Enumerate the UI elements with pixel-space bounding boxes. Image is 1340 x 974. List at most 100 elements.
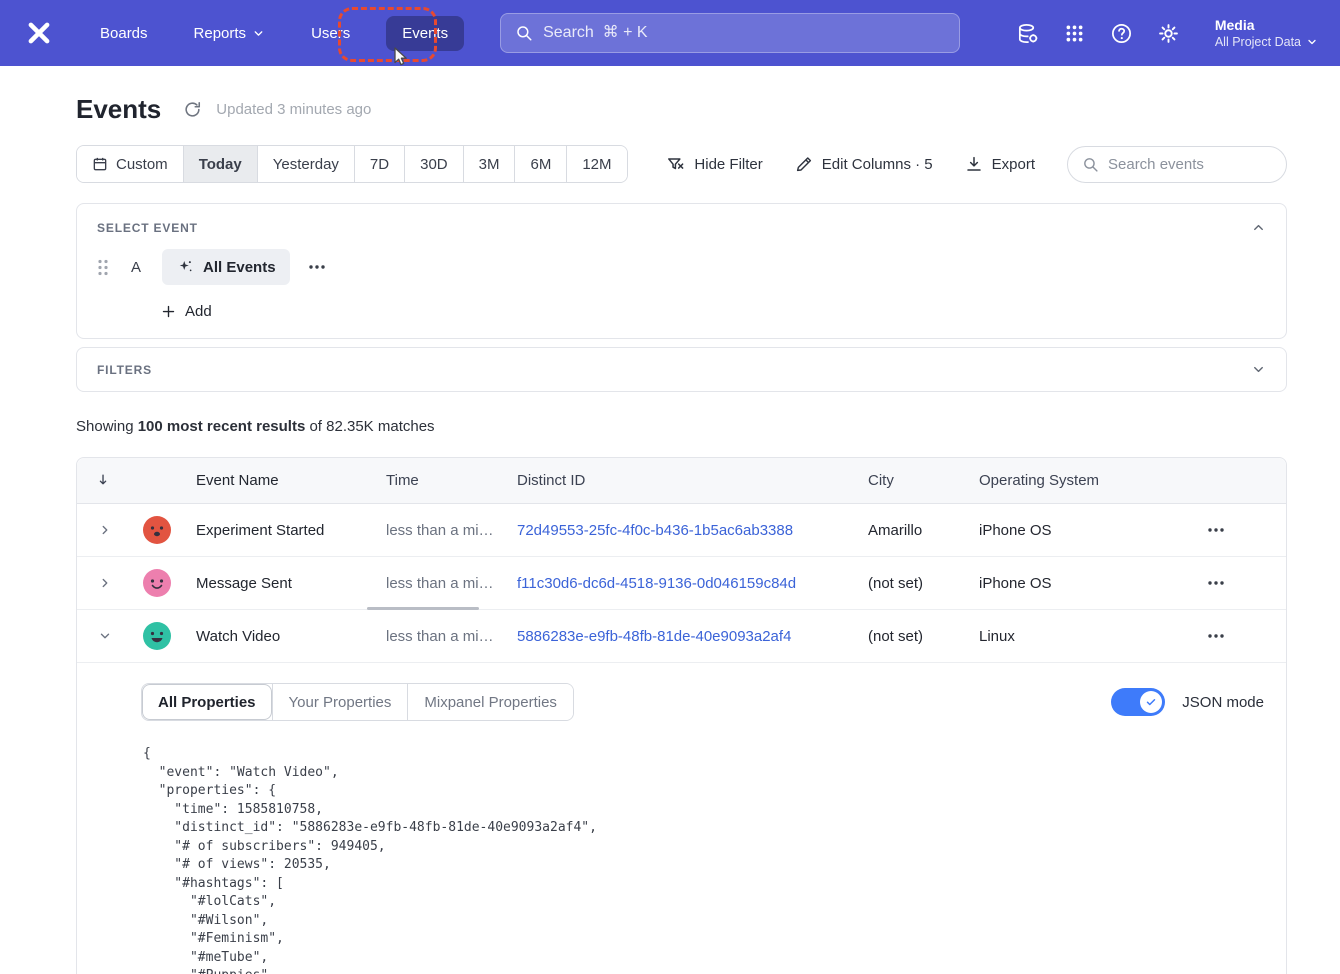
event-time: less than a min... bbox=[367, 522, 498, 539]
date-range-custom[interactable]: Custom bbox=[77, 146, 183, 182]
nav-events-label: Events bbox=[402, 25, 448, 42]
nav-reports[interactable]: Reports bbox=[184, 16, 276, 51]
event-os: iPhone OS bbox=[960, 575, 1175, 592]
refresh-icon bbox=[183, 100, 202, 119]
chevron-up-icon bbox=[1251, 220, 1266, 235]
date-range-6m[interactable]: 6M bbox=[514, 146, 566, 182]
collapse-panel-button[interactable] bbox=[1251, 220, 1266, 235]
event-os: Linux bbox=[960, 628, 1175, 645]
download-icon bbox=[965, 155, 983, 173]
select-event-panel: SELECT EVENT A All Events Add bbox=[76, 203, 1287, 339]
ellipsis-icon bbox=[1207, 633, 1225, 639]
event-city: (not set) bbox=[849, 575, 960, 592]
date-range-today[interactable]: Today bbox=[183, 146, 257, 182]
table-header-row: Event Name Time Distinct ID City Operati… bbox=[77, 458, 1286, 504]
nav-events[interactable]: Events bbox=[386, 16, 464, 51]
select-event-label: SELECT EVENT bbox=[97, 221, 198, 235]
expand-row-button[interactable] bbox=[92, 517, 118, 543]
results-summary: Showing 100 most recent results of 82.35… bbox=[76, 418, 1287, 435]
col-time[interactable]: Time bbox=[367, 472, 498, 489]
avatar bbox=[143, 569, 171, 597]
chevron-down-icon bbox=[1306, 36, 1318, 48]
apps-grid-icon[interactable] bbox=[1062, 20, 1088, 46]
date-range-30d[interactable]: 30D bbox=[404, 146, 463, 182]
drag-handle-icon[interactable] bbox=[97, 258, 109, 277]
global-search-input[interactable] bbox=[543, 24, 945, 42]
row-more-options-button[interactable] bbox=[1203, 523, 1229, 537]
updated-timestamp: Updated 3 minutes ago bbox=[216, 101, 371, 118]
date-range-picker: Custom Today Yesterday 7D 30D 3M 6M 12M bbox=[76, 145, 628, 183]
json-mode-label: JSON mode bbox=[1182, 694, 1264, 711]
hide-filter-button[interactable]: Hide Filter bbox=[666, 155, 762, 174]
expand-row-button[interactable] bbox=[92, 570, 118, 596]
search-icon bbox=[515, 24, 533, 42]
event-selector-chip[interactable]: All Events bbox=[162, 249, 290, 285]
date-range-custom-label: Custom bbox=[116, 156, 168, 173]
export-button[interactable]: Export bbox=[965, 155, 1035, 173]
nav-users-label: Users bbox=[311, 25, 350, 42]
row-more-options-button[interactable] bbox=[1203, 576, 1229, 590]
add-event-button[interactable]: Add bbox=[161, 303, 212, 320]
event-os: iPhone OS bbox=[960, 522, 1175, 539]
search-events-input[interactable] bbox=[1108, 156, 1272, 173]
ellipsis-icon bbox=[308, 264, 326, 270]
top-navbar: Boards Reports Users Events Media All bbox=[0, 0, 1340, 66]
distinct-id-link[interactable]: f11c30d6-dc6d-4518-9136-0d046159c84d bbox=[517, 575, 796, 592]
nav-users[interactable]: Users bbox=[301, 16, 360, 51]
help-icon[interactable] bbox=[1109, 20, 1135, 46]
col-city[interactable]: City bbox=[849, 472, 960, 489]
primary-nav: Boards Reports Users Events bbox=[90, 16, 464, 51]
results-total: of 82.35K matches bbox=[305, 418, 434, 435]
distinct-id-link[interactable]: 5886283e-e9fb-48fb-81de-40e9093a2af4 bbox=[517, 628, 791, 645]
col-event-name[interactable]: Event Name bbox=[181, 472, 367, 489]
date-range-3m[interactable]: 3M bbox=[463, 146, 515, 182]
properties-tabs: All Properties Your Properties Mixpanel … bbox=[141, 683, 574, 721]
refresh-button[interactable] bbox=[183, 100, 202, 119]
search-events-box[interactable] bbox=[1067, 146, 1287, 183]
edit-columns-button[interactable]: Edit Columns · 5 bbox=[795, 155, 933, 173]
date-range-7d[interactable]: 7D bbox=[354, 146, 404, 182]
event-name[interactable]: Watch Video bbox=[181, 628, 367, 645]
all-events-sparkle-icon bbox=[176, 258, 194, 276]
results-prefix: Showing bbox=[76, 418, 138, 435]
project-switcher[interactable]: Media All Project Data bbox=[1215, 17, 1318, 50]
filters-label: FILTERS bbox=[97, 363, 152, 377]
date-range-12m[interactable]: 12M bbox=[566, 146, 626, 182]
row-more-options-button[interactable] bbox=[1203, 629, 1229, 643]
event-city: (not set) bbox=[849, 628, 960, 645]
ellipsis-icon bbox=[1207, 580, 1225, 586]
event-time: less than a min... bbox=[367, 575, 498, 592]
data-management-icon[interactable] bbox=[1015, 20, 1041, 46]
chevron-down-icon bbox=[98, 629, 112, 643]
event-name[interactable]: Message Sent bbox=[181, 575, 367, 592]
event-json-viewer[interactable]: { "event": "Watch Video", "properties": … bbox=[143, 745, 1266, 974]
col-distinct-id[interactable]: Distinct ID bbox=[498, 472, 849, 489]
nav-boards[interactable]: Boards bbox=[90, 16, 158, 51]
tab-your-properties[interactable]: Your Properties bbox=[272, 684, 408, 720]
tab-all-properties[interactable]: All Properties bbox=[142, 684, 272, 720]
chevron-down-icon bbox=[1251, 362, 1266, 377]
tab-mixpanel-properties[interactable]: Mixpanel Properties bbox=[407, 684, 573, 720]
page-title: Events bbox=[76, 94, 161, 125]
table-row: Experiment Started less than a min... 72… bbox=[77, 504, 1286, 557]
col-os[interactable]: Operating System bbox=[960, 472, 1175, 489]
hide-filter-label: Hide Filter bbox=[694, 156, 762, 173]
settings-gear-icon[interactable] bbox=[1156, 20, 1182, 46]
collapse-row-button[interactable] bbox=[92, 623, 118, 649]
export-label: Export bbox=[992, 156, 1035, 173]
event-more-options-button[interactable] bbox=[304, 260, 330, 274]
nav-boards-label: Boards bbox=[100, 25, 148, 42]
event-name[interactable]: Experiment Started bbox=[181, 522, 367, 539]
search-icon bbox=[1082, 156, 1099, 173]
json-mode-toggle[interactable] bbox=[1111, 688, 1165, 716]
sort-icon[interactable] bbox=[91, 466, 120, 495]
mixpanel-logo-icon[interactable] bbox=[22, 16, 56, 50]
distinct-id-link[interactable]: 72d49553-25fc-4f0c-b436-1b5ac6ab3388 bbox=[517, 522, 793, 539]
date-range-yesterday[interactable]: Yesterday bbox=[257, 146, 354, 182]
avatar bbox=[143, 516, 171, 544]
event-detail-panel: All Properties Your Properties Mixpanel … bbox=[77, 663, 1286, 974]
expand-filters-button[interactable] bbox=[1251, 362, 1266, 377]
navbar-right: Media All Project Data bbox=[1015, 17, 1318, 50]
global-search[interactable] bbox=[500, 13, 960, 53]
add-event-label: Add bbox=[185, 303, 212, 320]
